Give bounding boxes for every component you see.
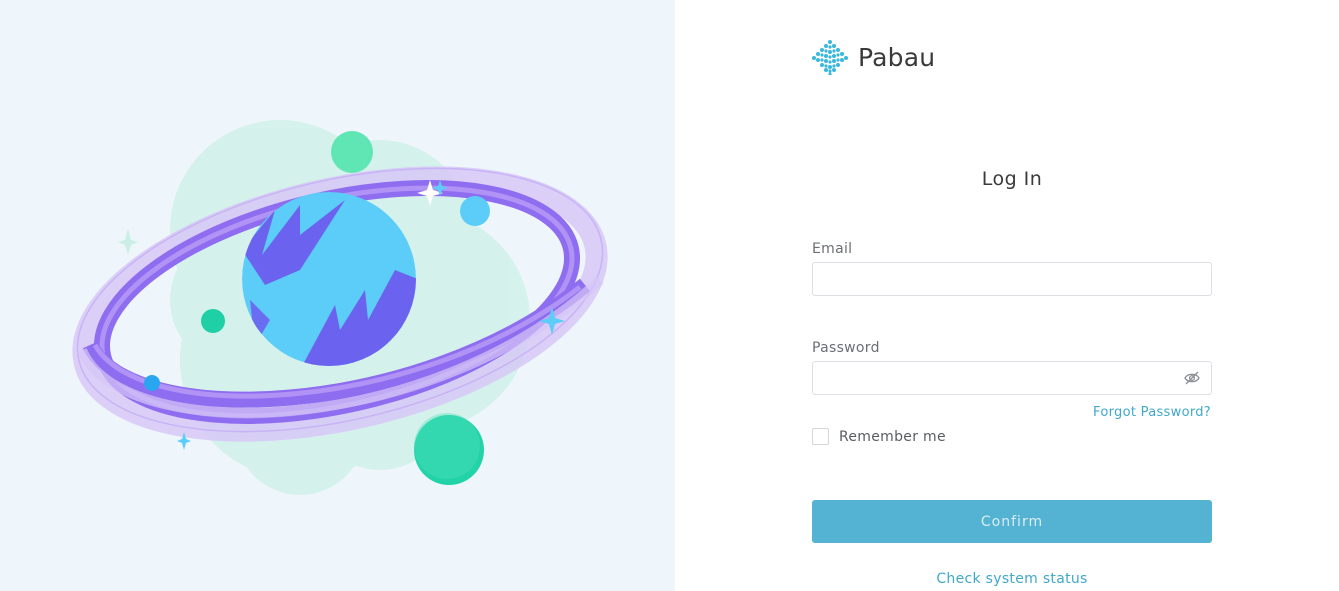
moon-left (201, 309, 225, 333)
email-field[interactable] (823, 264, 1187, 296)
forgot-password-link[interactable]: Forgot Password? (1093, 405, 1211, 420)
brand-name: Pabau (858, 42, 936, 72)
pabau-diamond-dots-icon (812, 40, 848, 75)
illustration-panel (0, 0, 675, 591)
remember-me-label: Remember me (839, 428, 946, 445)
system-status-link[interactable]: Check system status (812, 571, 1212, 587)
brand-logo: Pabau (811, 39, 935, 75)
password-label: Password (812, 340, 880, 356)
password-field[interactable] (823, 363, 1187, 395)
remember-me-toggle[interactable]: Remember me (812, 428, 946, 445)
moon-right (460, 196, 490, 226)
moon-small (144, 375, 160, 391)
remember-me-checkbox[interactable] (812, 428, 829, 445)
planet-illustration (72, 120, 608, 495)
eye-off-icon[interactable] (1184, 371, 1200, 385)
confirm-button[interactable]: Confirm (812, 500, 1212, 543)
moon-top (331, 131, 373, 173)
page-title: Log In (981, 168, 1043, 190)
password-field-wrapper (812, 361, 1212, 395)
email-label: Email (812, 241, 853, 257)
email-field-wrapper (812, 262, 1212, 296)
